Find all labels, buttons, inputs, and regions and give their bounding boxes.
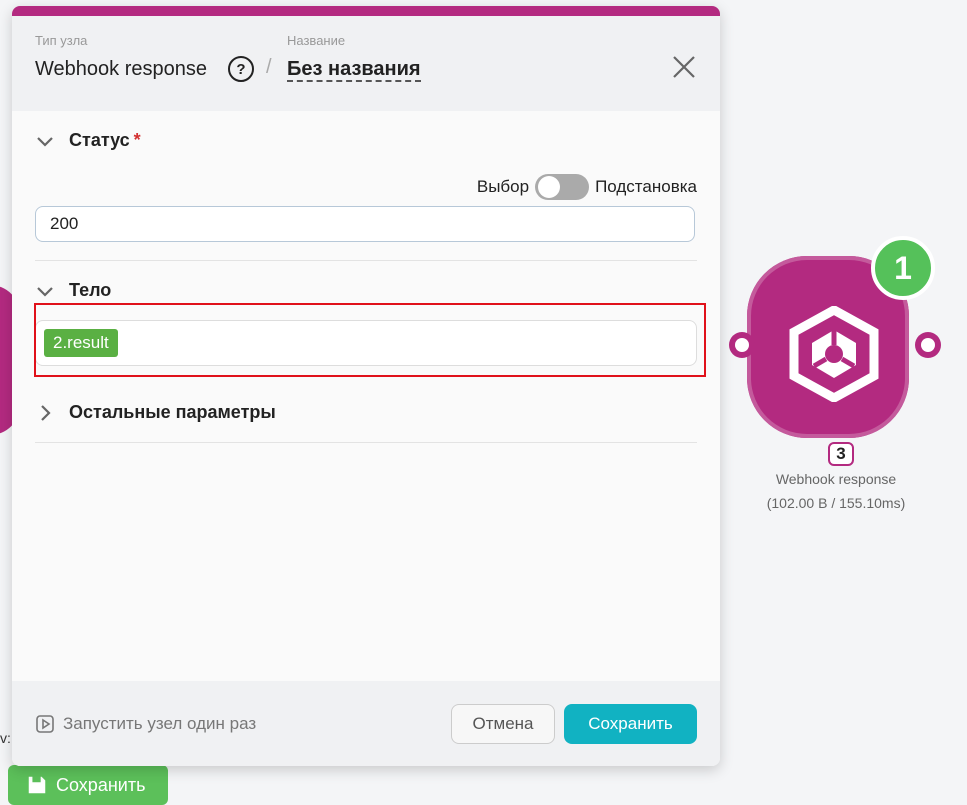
node-type-label: Тип узла [35,33,88,48]
panel-header: Тип узла Название Webhook response ? / Б… [12,16,720,111]
node-input-port[interactable] [729,332,755,358]
canvas-cut-text: v: [0,730,11,746]
toggle-right-label: Подстановка [595,177,697,196]
node-title: Webhook response [775,471,897,487]
node-settings-panel: Тип узла Название Webhook response ? / Б… [12,6,720,766]
execution-count-badge: 1 [871,236,935,300]
save-button[interactable]: Сохранить [564,704,697,744]
canvas-save-button[interactable]: Сохранить [8,765,168,805]
mode-toggle-row: Выбор Подстановка [477,174,697,200]
toggle-left-label: Выбор [476,177,530,196]
mode-toggle[interactable] [535,174,590,200]
chevron-down-icon [37,286,53,297]
canvas-save-label: Сохранить [56,774,146,795]
floppy-disk-icon [28,776,46,794]
divider [35,442,697,443]
status-section-header[interactable]: Статус * [35,130,141,151]
body-section-header[interactable]: Тело [35,280,111,301]
chevron-right-icon [41,404,51,421]
other-params-section-header[interactable]: Остальные параметры [35,402,276,423]
run-once-label: Запустить узел один раз [63,714,257,733]
node-type-value: Webhook response [35,58,207,80]
webhook-response-node[interactable]: 1 [729,236,941,442]
required-mark: * [133,130,141,150]
node-name-label: Название [287,33,346,48]
play-icon [36,715,54,733]
header-separator: / [266,56,272,78]
other-params-title: Остальные параметры [69,402,276,422]
node-output-port[interactable] [915,332,941,358]
body-title: Тело [69,280,112,300]
highlight-box [34,303,706,377]
node-stats: (102.00 B / 155.10ms) [766,495,906,511]
help-icon[interactable]: ? [228,56,254,82]
status-title: Статус [69,130,130,150]
chevron-down-icon [37,136,53,147]
run-once-link[interactable]: Запустить узел один раз [35,714,256,734]
close-icon[interactable] [671,54,697,80]
status-input[interactable]: 200 [35,206,695,242]
node-number: 3 [828,442,854,466]
panel-accent-bar [12,6,720,16]
cancel-button[interactable]: Отмена [451,704,555,744]
divider [35,260,697,261]
panel-footer: Запустить узел один раз Отмена Сохранить [12,681,720,766]
webhook-hexagon-icon [789,306,879,402]
node-name-editable[interactable]: Без названия [287,58,421,82]
